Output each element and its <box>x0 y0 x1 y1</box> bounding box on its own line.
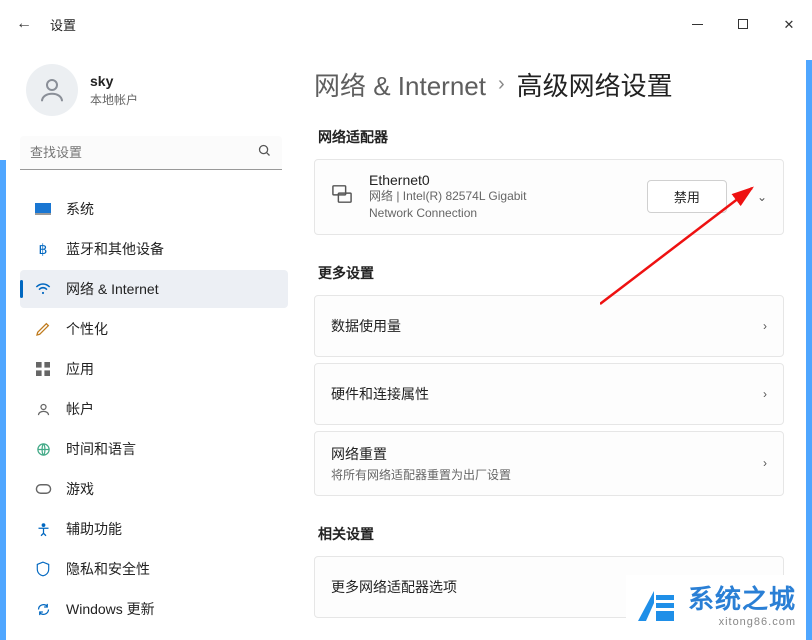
chevron-right-icon: › <box>498 73 505 96</box>
search-icon <box>257 143 272 163</box>
window-title: 设置 <box>50 15 76 34</box>
sidebar-item-label: 系统 <box>66 199 94 219</box>
ethernet-icon <box>331 184 355 209</box>
section-more-heading: 更多设置 <box>318 263 784 283</box>
sidebar-item-label: 网络 & Internet <box>66 279 159 299</box>
display-icon <box>34 200 52 218</box>
row-title: 硬件和连接属性 <box>331 384 429 404</box>
row-net-reset[interactable]: 网络重置 将所有网络适配器重置为出厂设置 › <box>314 431 784 496</box>
adapter-desc: 网络 | Intel(R) 82574L Gigabit Network Con… <box>369 188 569 222</box>
apps-icon <box>34 360 52 378</box>
sidebar-item-label: 游戏 <box>66 479 94 499</box>
breadcrumb-current: 高级网络设置 <box>517 66 673 103</box>
search-box[interactable] <box>20 136 282 170</box>
breadcrumb-parent[interactable]: 网络 & Internet <box>314 66 486 103</box>
account-icon <box>34 400 52 418</box>
watermark: 系统之城 xitong86.com <box>626 575 802 632</box>
sidebar-item-gaming[interactable]: 游戏 <box>20 470 288 508</box>
sidebar-item-bluetooth[interactable]: ฿ 蓝牙和其他设备 <box>20 230 288 268</box>
breadcrumb: 网络 & Internet › 高级网络设置 <box>314 66 784 103</box>
back-button[interactable]: ← <box>16 15 32 33</box>
chevron-right-icon: › <box>763 319 767 333</box>
sidebar-item-system[interactable]: 系统 <box>20 190 288 228</box>
sidebar-item-personalization[interactable]: 个性化 <box>20 310 288 348</box>
sidebar-item-label: 隐私和安全性 <box>66 559 150 579</box>
accessibility-icon <box>34 520 52 538</box>
wifi-icon <box>34 280 52 298</box>
sidebar: sky 本地帐户 系统 ฿ 蓝牙和其他设备 网络 & Internet <box>0 48 300 640</box>
gamepad-icon <box>34 480 52 498</box>
desktop-edge-left <box>0 160 6 640</box>
row-hw-props[interactable]: 硬件和连接属性 › <box>314 363 784 425</box>
watermark-logo-icon <box>632 583 678 625</box>
sidebar-item-label: 个性化 <box>66 319 108 339</box>
row-title: 更多网络适配器选项 <box>331 577 457 597</box>
person-icon <box>37 75 67 105</box>
watermark-text: 系统之城 <box>688 579 796 616</box>
sidebar-item-time[interactable]: 时间和语言 <box>20 430 288 468</box>
adapter-card[interactable]: Ethernet0 网络 | Intel(R) 82574L Gigabit N… <box>314 159 784 235</box>
window-controls: ✕ <box>674 8 812 40</box>
content: 网络 & Internet › 高级网络设置 网络适配器 Ethernet0 网… <box>300 48 812 640</box>
section-adapters-heading: 网络适配器 <box>318 127 784 147</box>
globe-icon <box>34 440 52 458</box>
profile-type: 本地帐户 <box>90 91 138 108</box>
sidebar-item-label: 应用 <box>66 359 94 379</box>
sidebar-item-network[interactable]: 网络 & Internet <box>20 270 288 308</box>
disable-button[interactable]: 禁用 <box>647 180 727 213</box>
row-sub: 将所有网络适配器重置为出厂设置 <box>331 466 511 483</box>
sidebar-item-label: 蓝牙和其他设备 <box>66 239 164 259</box>
maximize-button[interactable] <box>720 8 766 40</box>
adapter-name: Ethernet0 <box>369 172 569 188</box>
watermark-sub: xitong86.com <box>688 616 796 628</box>
chevron-right-icon: › <box>763 387 767 401</box>
desktop-edge-right <box>806 60 812 640</box>
nav: 系统 ฿ 蓝牙和其他设备 网络 & Internet 个性化 应用 帐户 <box>20 190 288 628</box>
sidebar-item-label: 帐户 <box>66 399 94 419</box>
chevron-right-icon: › <box>763 456 767 470</box>
bluetooth-icon: ฿ <box>34 240 52 258</box>
search-input[interactable] <box>30 145 257 160</box>
minimize-button[interactable] <box>674 8 720 40</box>
sidebar-item-apps[interactable]: 应用 <box>20 350 288 388</box>
sidebar-item-privacy[interactable]: 隐私和安全性 <box>20 550 288 588</box>
section-related-heading: 相关设置 <box>318 524 784 544</box>
row-data-usage[interactable]: 数据使用量 › <box>314 295 784 357</box>
row-title: 网络重置 <box>331 444 511 464</box>
sidebar-item-accessibility[interactable]: 辅助功能 <box>20 510 288 548</box>
sidebar-item-label: 时间和语言 <box>66 439 136 459</box>
profile-block[interactable]: sky 本地帐户 <box>26 64 288 116</box>
sidebar-item-accounts[interactable]: 帐户 <box>20 390 288 428</box>
close-button[interactable]: ✕ <box>766 8 812 40</box>
brush-icon <box>34 320 52 338</box>
profile-name: sky <box>90 73 138 89</box>
shield-icon <box>34 560 52 578</box>
chevron-down-icon[interactable]: ⌄ <box>757 190 767 204</box>
sidebar-item-label: 辅助功能 <box>66 519 122 539</box>
sidebar-item-label: Windows 更新 <box>66 599 155 619</box>
update-icon <box>34 600 52 618</box>
titlebar: ← 设置 ✕ <box>0 0 812 48</box>
row-title: 数据使用量 <box>331 316 401 336</box>
sidebar-item-update[interactable]: Windows 更新 <box>20 590 288 628</box>
avatar <box>26 64 78 116</box>
